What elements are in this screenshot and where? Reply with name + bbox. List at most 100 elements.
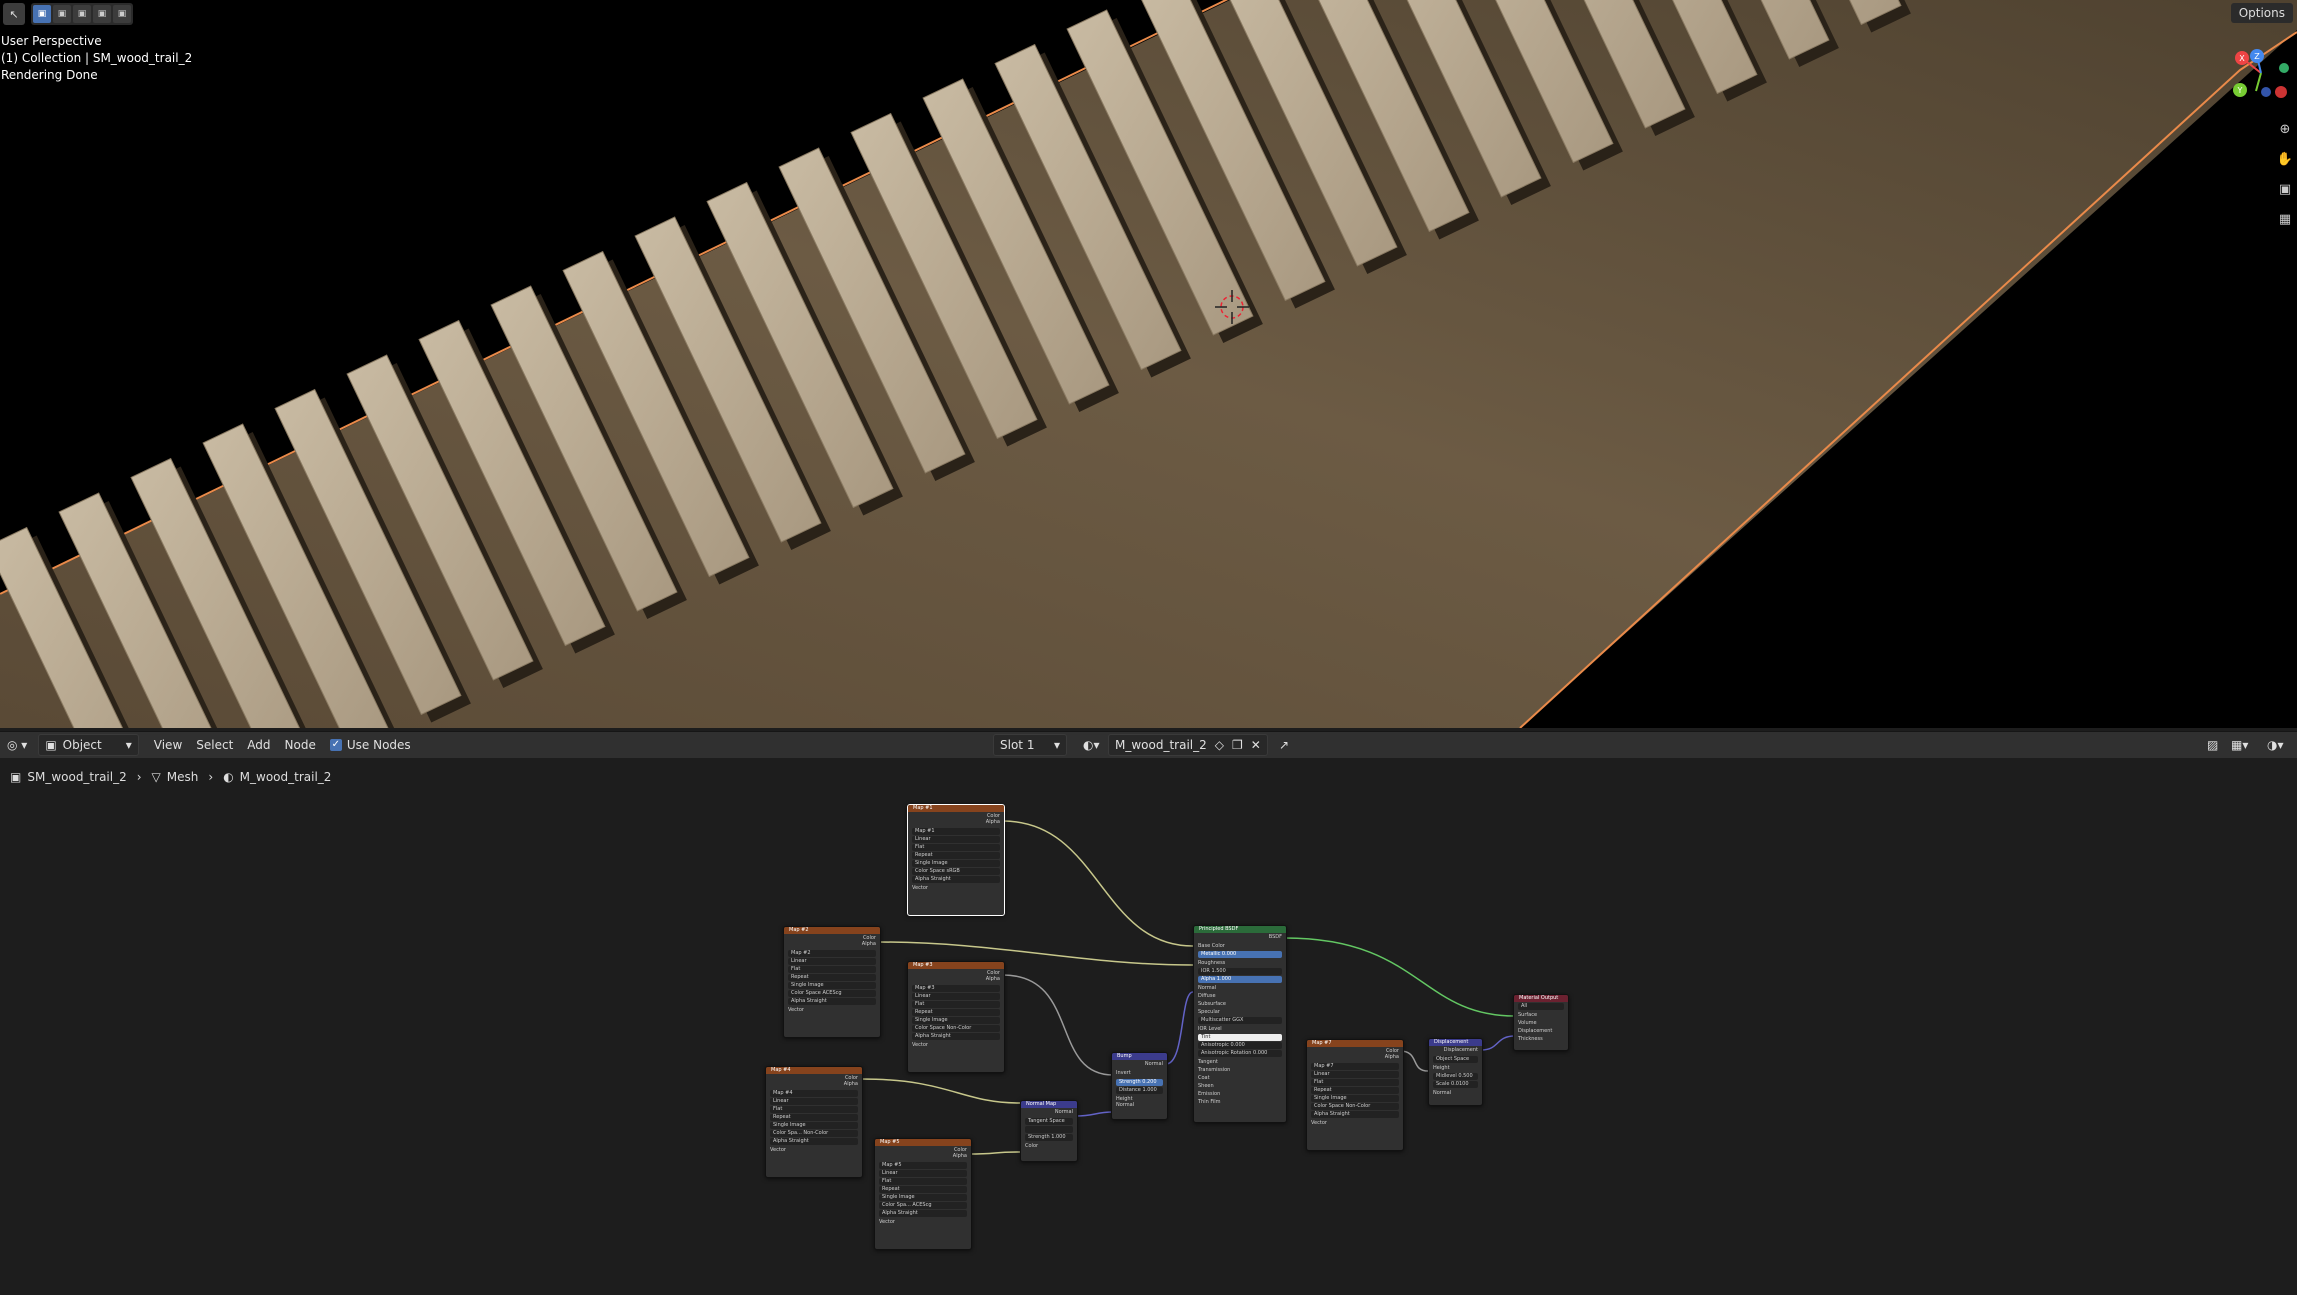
socket-roughness-in[interactable]: Roughness [1194,959,1286,967]
projection-dropdown[interactable]: Flat [1311,1079,1399,1086]
principled-bsdf-node[interactable]: Principled BSDF BSDF Base Color Metallic… [1193,925,1287,1123]
anisotropic-field[interactable]: Anisotropic 0.000 [1198,1042,1282,1049]
source-dropdown[interactable]: Single Image [912,1017,1000,1024]
extension-dropdown[interactable]: Repeat [1311,1087,1399,1094]
projection-dropdown[interactable]: Flat [912,844,1000,851]
node-title[interactable]: Map #3 [908,962,1004,969]
source-dropdown[interactable]: Single Image [1311,1095,1399,1102]
displacement-node[interactable]: Displacement Displacement Object Space H… [1428,1038,1483,1106]
socket-alpha-out[interactable]: Alpha [908,818,1004,827]
node-title[interactable]: Map #7 [1307,1040,1403,1047]
color-space-dropdown[interactable]: Color Spa... ACEScg [879,1202,967,1209]
socket-thickness-in[interactable]: Thickness [1514,1035,1568,1043]
socket-height-in[interactable]: Height [1429,1064,1482,1072]
ior-field[interactable]: IOR 1.500 [1198,968,1282,975]
panel-transmission[interactable]: Transmission [1194,1066,1286,1074]
extension-dropdown[interactable]: Repeat [912,852,1000,859]
socket-vector-in[interactable]: Vector [908,1041,1004,1050]
interpolation-dropdown[interactable]: Linear [788,958,876,965]
strength-field[interactable]: Strength 1.000 [1025,1134,1073,1141]
socket-normal-in[interactable]: Normal [1194,984,1286,992]
distance-field[interactable]: Distance 1.000 [1116,1087,1163,1094]
image-selector[interactable]: Map #5 [879,1162,967,1169]
alpha-dropdown[interactable]: Alpha Straight [912,876,1000,883]
interpolation-dropdown[interactable]: Linear [879,1170,967,1177]
interpolation-dropdown[interactable]: Linear [1311,1071,1399,1078]
socket-alpha-out[interactable]: Alpha [908,975,1004,984]
scale-field[interactable]: Scale 0.0100 [1433,1081,1478,1088]
socket-normal-out[interactable]: Normal [1112,1060,1167,1069]
projection-dropdown[interactable]: Flat [912,1001,1000,1008]
socket-surface-in[interactable]: Surface [1514,1011,1568,1019]
socket-tangent-in[interactable]: Tangent [1194,1058,1286,1066]
image-selector[interactable]: Map #2 [788,950,876,957]
socket-base-color-in[interactable]: Base Color [1194,942,1286,950]
image-selector[interactable]: Map #4 [770,1090,858,1097]
color-space-dropdown[interactable]: Color Space ACEScg [788,990,876,997]
alpha-dropdown[interactable]: Alpha Straight [770,1138,858,1145]
image-texture-node-map4[interactable]: Map #4 Color Alpha Map #4 Linear Flat Re… [765,1066,863,1178]
source-dropdown[interactable]: Single Image [912,860,1000,867]
socket-displacement-out[interactable]: Displacement [1429,1046,1482,1055]
projection-dropdown[interactable]: Flat [879,1178,967,1185]
anisotropic-rotation-field[interactable]: Anisotropic Rotation 0.000 [1198,1050,1282,1057]
image-selector[interactable]: Map #3 [912,985,1000,992]
image-selector[interactable]: Map #1 [912,828,1000,835]
image-texture-node-map1[interactable]: Map #1 Color Alpha Map #1 Linear Flat Re… [907,804,1005,916]
tint-color-field[interactable]: Tint [1198,1034,1282,1041]
material-output-node[interactable]: Material Output All Surface Volume Displ… [1513,994,1569,1051]
interpolation-dropdown[interactable]: Linear [912,836,1000,843]
color-space-dropdown[interactable]: Color Space Non-Color [1311,1103,1399,1110]
alpha-field[interactable]: Alpha 1.000 [1198,976,1282,983]
socket-vector-in[interactable]: Vector [784,1006,880,1015]
interpolation-dropdown[interactable]: Linear [770,1098,858,1105]
alpha-dropdown[interactable]: Alpha Straight [879,1210,967,1217]
panel-diffuse[interactable]: Diffuse [1194,992,1286,1000]
source-dropdown[interactable]: Single Image [879,1194,967,1201]
target-dropdown[interactable]: All [1518,1003,1564,1010]
image-selector[interactable]: Map #7 [1311,1063,1399,1070]
projection-dropdown[interactable]: Flat [770,1106,858,1113]
source-dropdown[interactable]: Single Image [788,982,876,989]
extension-dropdown[interactable]: Repeat [788,974,876,981]
socket-alpha-out[interactable]: Alpha [784,940,880,949]
color-space-dropdown[interactable]: Color Spa... Non-Color [770,1130,858,1137]
panel-sheen[interactable]: Sheen [1194,1082,1286,1090]
socket-displacement-in[interactable]: Displacement [1514,1027,1568,1035]
socket-ior-level-in[interactable]: IOR Level [1194,1025,1286,1033]
node-title[interactable]: Map #4 [766,1067,862,1074]
source-dropdown[interactable]: Single Image [770,1122,858,1129]
panel-thin-film[interactable]: Thin Film [1194,1098,1286,1106]
normal-map-node[interactable]: Normal Map Normal Tangent Space Strength… [1020,1100,1078,1162]
alpha-dropdown[interactable]: Alpha Straight [788,998,876,1005]
image-texture-node-map7[interactable]: Map #7 Color Alpha Map #7 Linear Flat Re… [1306,1039,1404,1151]
socket-vector-in[interactable]: Vector [1307,1119,1403,1128]
color-space-dropdown[interactable]: Color Space sRGB [912,868,1000,875]
node-title[interactable]: Normal Map [1021,1101,1077,1108]
color-space-dropdown[interactable]: Color Space Non-Color [912,1025,1000,1032]
extension-dropdown[interactable]: Repeat [912,1009,1000,1016]
socket-normal-in[interactable]: Normal [1429,1089,1482,1097]
panel-coat[interactable]: Coat [1194,1074,1286,1082]
socket-alpha-out[interactable]: Alpha [766,1080,862,1089]
node-title[interactable]: Principled BSDF [1194,926,1286,933]
projection-dropdown[interactable]: Flat [788,966,876,973]
node-title[interactable]: Material Output [1514,995,1568,1002]
space-dropdown[interactable]: Object Space [1433,1056,1478,1063]
uv-map-field[interactable] [1025,1126,1073,1133]
node-title[interactable]: Map #1 [908,805,1004,812]
socket-volume-in[interactable]: Volume [1514,1019,1568,1027]
image-texture-node-map5[interactable]: Map #5 Color Alpha Map #5 Linear Flat Re… [874,1138,972,1250]
image-texture-node-map2[interactable]: Map #2 Color Alpha Map #2 Linear Flat Re… [783,926,881,1038]
panel-specular[interactable]: Specular [1194,1008,1286,1016]
strength-field[interactable]: Strength 0.200 [1116,1079,1163,1086]
space-dropdown[interactable]: Tangent Space [1025,1118,1073,1125]
extension-dropdown[interactable]: Repeat [770,1114,858,1121]
distribution-dropdown[interactable]: Multiscatter GGX [1198,1017,1282,1024]
node-title[interactable]: Map #5 [875,1139,971,1146]
interpolation-dropdown[interactable]: Linear [912,993,1000,1000]
socket-vector-in[interactable]: Vector [875,1218,971,1227]
node-title[interactable]: Displacement [1429,1039,1482,1046]
socket-vector-in[interactable]: Vector [908,884,1004,893]
socket-alpha-out[interactable]: Alpha [1307,1053,1403,1062]
